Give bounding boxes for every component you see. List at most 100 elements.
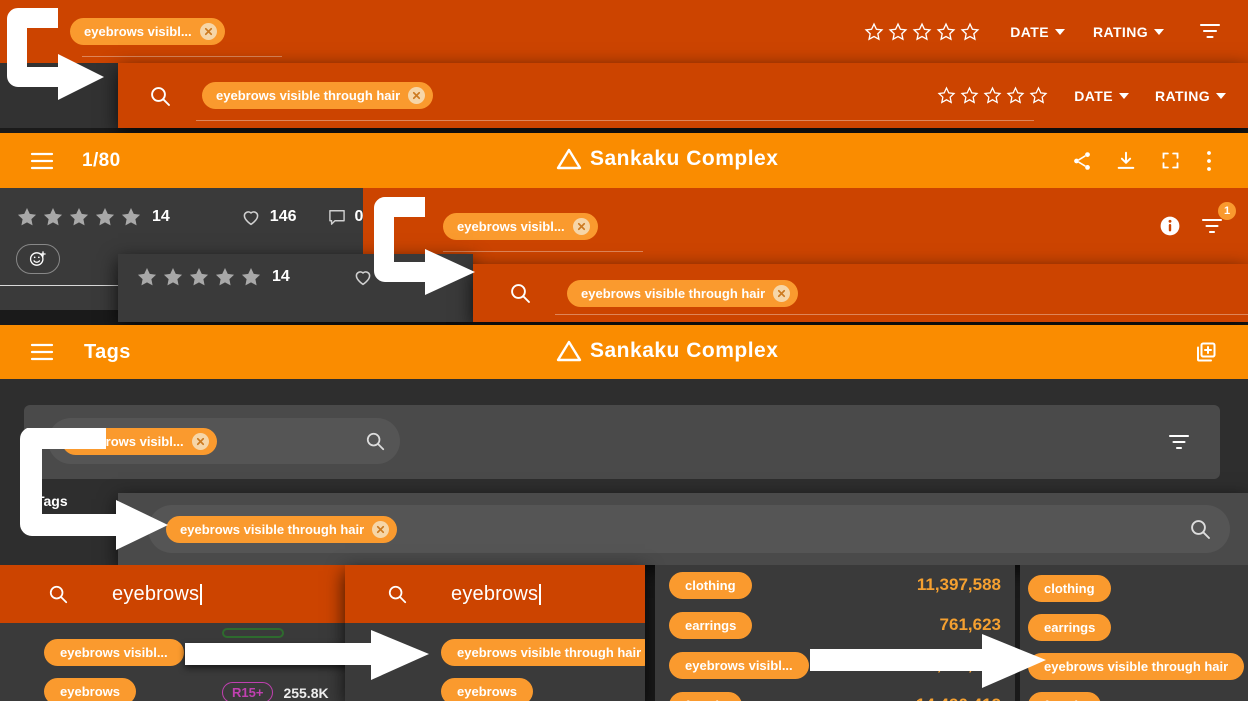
tags-search-input[interactable]: eyebrows visibl... [48,418,400,464]
comment-button[interactable]: 0 [327,207,363,227]
star-icon[interactable] [864,22,884,42]
search-icon[interactable] [1188,517,1212,541]
close-icon[interactable] [773,284,791,302]
suggestion-label: eyebrows visible through hair [457,645,642,660]
tag-chip[interactable]: earrings [669,611,753,639]
share-icon[interactable] [1060,141,1104,181]
search-icon[interactable] [473,281,567,305]
filter-icon[interactable] [1164,429,1194,455]
search-chip-truncated[interactable]: eyebrows visibl... [70,18,225,45]
panel-tag-list-a: clothing 11,397,588 earrings 761,623 eye… [655,565,1015,701]
suggestion-item[interactable]: eyebrows visible through hair [441,639,645,666]
sort-by-date-button[interactable]: DATE [1074,88,1129,104]
underlying-ui-sliver [222,628,284,638]
search-chip-truncated[interactable]: eyebrows visibl... [62,427,217,455]
star-icon[interactable] [1029,86,1048,105]
search-chip-full[interactable]: eyebrows visible through hair [567,279,799,307]
hamburger-menu-icon[interactable] [22,332,62,372]
add-reaction-icon[interactable] [16,244,60,274]
search-chip-truncated[interactable]: eyebrows visibl... [443,212,598,240]
star-icon[interactable] [136,266,158,288]
info-icon[interactable] [1150,206,1190,246]
search-icon[interactable] [36,583,80,605]
comment-icon[interactable] [327,207,347,227]
close-icon[interactable] [372,520,390,538]
star-icon[interactable] [68,206,90,228]
tag-chip[interactable]: earrings [1028,614,1112,641]
hamburger-menu-icon[interactable] [22,141,62,181]
search-chip-full[interactable]: eyebrows visible through hair [202,82,434,109]
rating-stars-filter[interactable] [864,22,980,42]
close-icon[interactable] [572,217,590,235]
fullscreen-icon[interactable] [1148,141,1192,181]
star-icon[interactable] [912,22,932,42]
sort-by-date-button[interactable]: DATE [1010,24,1065,40]
sort-by-rating-button[interactable]: RATING [1155,88,1226,104]
favorite-button[interactable] [352,266,374,288]
tag-chip[interactable]: female [1028,692,1102,701]
suggestion-item[interactable]: eyebrows [44,678,136,701]
search-icon[interactable] [364,430,386,452]
chevron-down-icon [1216,92,1226,99]
text-cursor [200,583,203,605]
star-icon[interactable] [94,206,116,228]
tag-label: clothing [1044,581,1095,596]
filter-icon[interactable]: 1 [1190,202,1236,246]
star-icon[interactable] [162,266,184,288]
filter-icon[interactable] [1198,20,1222,44]
search-input-value[interactable]: eyebrows [451,583,538,606]
post-rating-stars[interactable] [136,266,262,288]
heart-icon[interactable] [240,206,262,228]
close-icon[interactable] [191,432,209,450]
star-icon[interactable] [240,266,262,288]
post-rating-stars[interactable] [16,206,142,228]
page-title: Tags [84,340,131,363]
suggestion-item[interactable]: eyebrows visibl... [44,639,184,666]
post-rating-count: 14 [152,208,170,225]
download-icon[interactable] [1104,141,1148,181]
more-vertical-icon[interactable] [1192,141,1226,181]
star-icon[interactable] [188,266,210,288]
star-icon[interactable] [936,22,956,42]
tag-label: earrings [685,617,737,633]
tag-label: eyebrows visibl... [685,657,793,673]
sort-by-rating-button[interactable]: RATING [1093,24,1164,40]
star-icon[interactable] [937,86,956,105]
star-icon[interactable] [960,86,979,105]
heart-icon[interactable] [352,266,374,288]
tag-chip[interactable]: eyebrows visibl... [669,651,809,679]
search-field-underline [555,314,1248,315]
tag-list-row[interactable]: female 14,490,412 [655,685,1015,701]
favorite-button[interactable]: 146 [240,206,297,228]
tag-list-row[interactable]: earrings 761,623 [655,605,1015,645]
tag-chip[interactable]: eyebrows visible through hair [1028,653,1245,680]
tags-search-panel-large: eyebrows visible through hair [118,493,1248,565]
add-to-collection-icon[interactable] [1186,332,1226,372]
sort-date-label: DATE [1010,23,1049,40]
star-icon[interactable] [42,206,64,228]
tag-list-row[interactable]: clothing 11,397,588 [655,565,1015,605]
tags-search-input-large[interactable]: eyebrows visible through hair [148,505,1230,553]
search-icon[interactable] [375,583,419,605]
search-icon[interactable] [118,84,202,108]
tag-chip[interactable]: clothing [1028,575,1111,602]
star-icon[interactable] [983,86,1002,105]
tag-chip[interactable]: clothing [669,571,752,599]
brand-name: Sankaku Complex [590,147,779,170]
suggestion-item[interactable]: eyebrows [441,678,533,701]
brand-logo: Sankaku Complex [556,147,778,171]
star-icon[interactable] [960,22,980,42]
rating-stars-filter[interactable] [937,86,1048,105]
search-chip-full[interactable]: eyebrows visible through hair [166,515,398,543]
tag-list-row[interactable]: eyebrows visibl... 1,111,977 [655,645,1015,685]
close-icon[interactable] [408,87,426,104]
star-icon[interactable] [214,266,236,288]
tag-chip[interactable]: female [669,691,743,701]
star-icon[interactable] [16,206,38,228]
arrow-backdrop-1 [0,63,118,128]
star-icon[interactable] [888,22,908,42]
close-icon[interactable] [199,23,217,40]
star-icon[interactable] [1006,86,1025,105]
search-input-value[interactable]: eyebrows [112,583,199,606]
star-icon[interactable] [120,206,142,228]
